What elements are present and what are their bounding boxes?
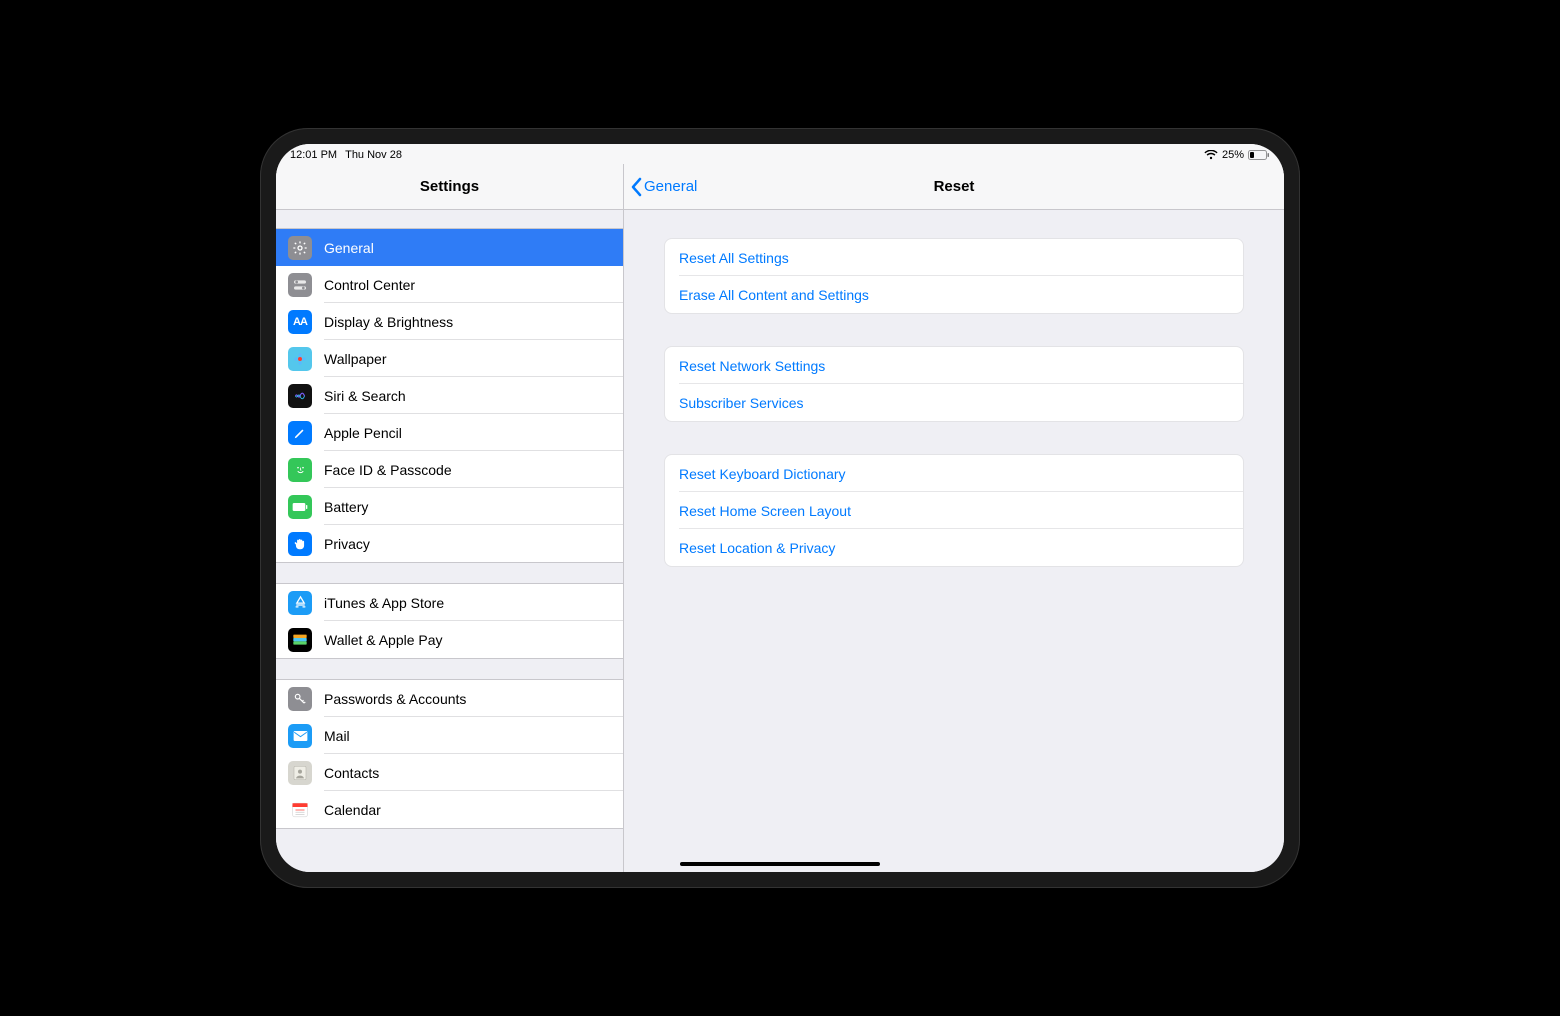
detail-title: Reset (624, 178, 1284, 195)
sidebar-item-label: Siri & Search (324, 388, 406, 404)
sidebar-item-contacts[interactable]: Contacts (276, 754, 623, 791)
sidebar-item-pencil[interactable]: Apple Pencil (276, 414, 623, 451)
sidebar-item-label: Privacy (324, 536, 370, 552)
face-icon (288, 458, 312, 482)
reset-option-reset-location-privacy[interactable]: Reset Location & Privacy (665, 529, 1243, 566)
reset-option-reset-keyboard-dictionary[interactable]: Reset Keyboard Dictionary (665, 455, 1243, 492)
sidebar-item-label: Mail (324, 728, 350, 744)
sidebar-item-label: Contacts (324, 765, 379, 781)
sidebar-item-label: Control Center (324, 277, 415, 293)
sidebar-item-faceid[interactable]: Face ID & Passcode (276, 451, 623, 488)
sidebar-item-general[interactable]: General (276, 229, 623, 266)
sidebar-item-wallet[interactable]: Wallet & Apple Pay (276, 621, 623, 658)
mail-icon (288, 724, 312, 748)
device-frame: 12:01 PM Thu Nov 28 25% Settings General… (260, 128, 1300, 888)
sidebar-item-wallpaper[interactable]: Wallpaper (276, 340, 623, 377)
switches-icon (288, 273, 312, 297)
appstore-icon (288, 591, 312, 615)
sidebar-item-label: Face ID & Passcode (324, 462, 452, 478)
aa-icon: AA (288, 310, 312, 334)
sidebar-item-battery[interactable]: Battery (276, 488, 623, 525)
reset-option-reset-home-screen-layout[interactable]: Reset Home Screen Layout (665, 492, 1243, 529)
sidebar-item-label: Display & Brightness (324, 314, 453, 330)
sidebar-item-label: Apple Pencil (324, 425, 402, 441)
sidebar-item-itunes[interactable]: iTunes & App Store (276, 584, 623, 621)
hand-icon (288, 532, 312, 556)
reset-option-reset-all-settings[interactable]: Reset All Settings (665, 239, 1243, 276)
screen: 12:01 PM Thu Nov 28 25% Settings General… (276, 144, 1284, 872)
pencil-icon (288, 421, 312, 445)
contacts-icon (288, 761, 312, 785)
sidebar-item-label: Battery (324, 499, 368, 515)
detail-scroll[interactable]: Reset All SettingsErase All Content and … (624, 210, 1284, 872)
back-label: General (644, 178, 697, 195)
sidebar-item-siri[interactable]: Siri & Search (276, 377, 623, 414)
status-time: 12:01 PM (290, 149, 337, 161)
sidebar-item-mail[interactable]: Mail (276, 717, 623, 754)
battery-percentage: 25% (1222, 149, 1244, 161)
siri-icon (288, 384, 312, 408)
battery-icon (1248, 150, 1270, 160)
sidebar-item-display[interactable]: AA Display & Brightness (276, 303, 623, 340)
sidebar-item-label: Wallet & Apple Pay (324, 632, 443, 648)
status-bar: 12:01 PM Thu Nov 28 25% (276, 144, 1284, 164)
reset-option-erase-all-content-and-settings[interactable]: Erase All Content and Settings (665, 276, 1243, 313)
settings-sidebar: Settings General Control Center AA Display … (276, 164, 624, 872)
calendar-icon (288, 798, 312, 822)
sidebar-title: Settings (276, 164, 623, 210)
sidebar-item-label: Passwords & Accounts (324, 691, 466, 707)
home-indicator[interactable] (680, 862, 880, 866)
sidebar-item-privacy[interactable]: Privacy (276, 525, 623, 562)
sidebar-item-label: Calendar (324, 802, 381, 818)
detail-header: General Reset (624, 164, 1284, 210)
reset-option-reset-network-settings[interactable]: Reset Network Settings (665, 347, 1243, 384)
flower-icon (288, 347, 312, 371)
battery-icon (288, 495, 312, 519)
gear-icon (288, 236, 312, 260)
back-button[interactable]: General (624, 177, 697, 197)
sidebar-item-label: iTunes & App Store (324, 595, 444, 611)
sidebar-item-calendar[interactable]: Calendar (276, 791, 623, 828)
wallet-icon (288, 628, 312, 652)
detail-pane: General Reset Reset All SettingsErase Al… (624, 164, 1284, 872)
sidebar-scroll[interactable]: General Control Center AA Display & Brightn… (276, 210, 623, 872)
sidebar-item-passwords[interactable]: Passwords & Accounts (276, 680, 623, 717)
key-icon (288, 687, 312, 711)
wifi-icon (1204, 150, 1218, 160)
sidebar-item-control-center[interactable]: Control Center (276, 266, 623, 303)
sidebar-item-label: Wallpaper (324, 351, 387, 367)
status-date: Thu Nov 28 (345, 149, 402, 161)
reset-option-subscriber-services[interactable]: Subscriber Services (665, 384, 1243, 421)
sidebar-item-label: General (324, 240, 374, 256)
